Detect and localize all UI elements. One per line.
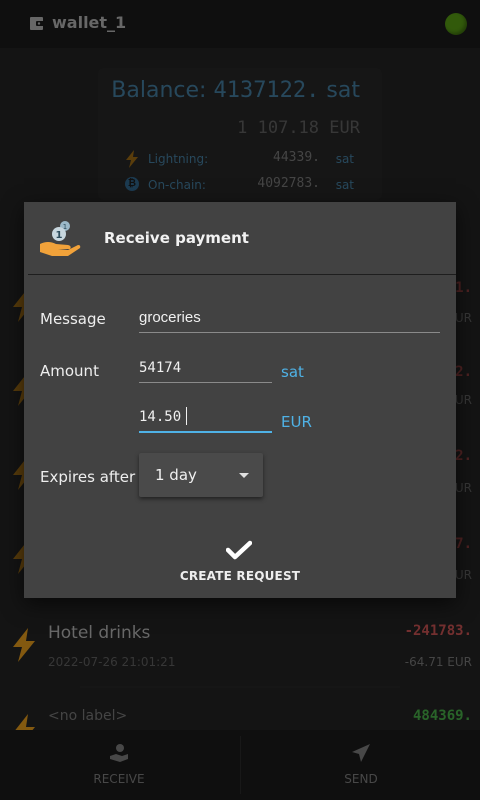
amount-sat-underline: [139, 382, 272, 383]
receive-payment-dialog: 1 1 Receive payment Message Amount sat E…: [24, 202, 456, 598]
expires-label: Expires after: [40, 468, 136, 486]
chevron-down-icon: [239, 473, 249, 478]
dialog-title: Receive payment: [104, 229, 249, 247]
create-request-button[interactable]: CREATE REQUEST: [174, 534, 306, 590]
amount-sat-field[interactable]: [139, 357, 269, 379]
create-request-label: CREATE REQUEST: [179, 569, 301, 583]
dialog-header: 1 1 Receive payment: [24, 202, 456, 274]
checkmark-icon: [226, 540, 252, 560]
message-field[interactable]: [139, 306, 439, 328]
amount-fiat-underline: [139, 431, 272, 433]
amount-sat-unit: sat: [281, 363, 304, 381]
message-label: Message: [40, 310, 106, 328]
svg-text:1: 1: [56, 230, 63, 241]
amount-fiat-unit: EUR: [281, 413, 312, 431]
message-underline: [139, 332, 440, 333]
text-cursor: [186, 407, 187, 425]
receive-payment-icon: 1 1: [40, 221, 81, 256]
amount-fiat-field[interactable]: [139, 406, 269, 428]
divider: [28, 274, 456, 275]
expires-value: 1 day: [155, 466, 197, 484]
amount-label: Amount: [40, 362, 99, 380]
expires-dropdown[interactable]: 1 day: [139, 453, 263, 497]
